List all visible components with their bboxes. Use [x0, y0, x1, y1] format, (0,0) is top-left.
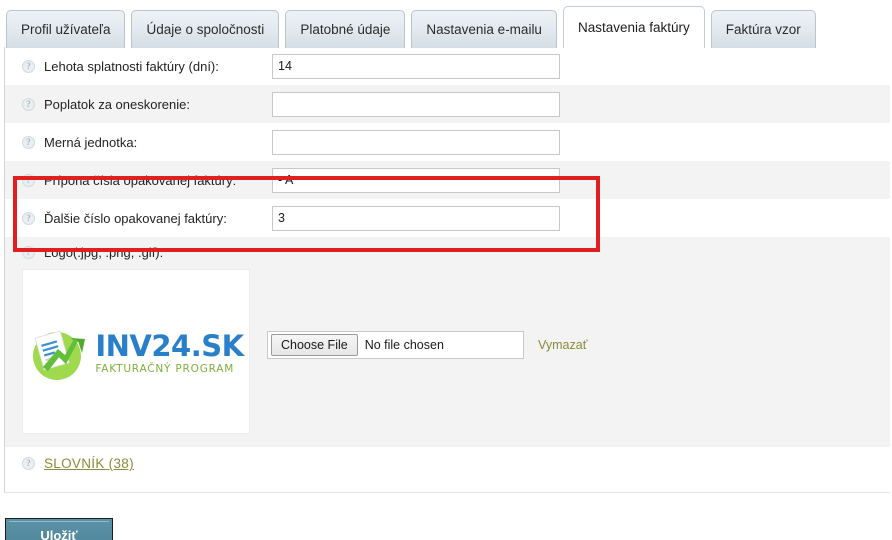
unit-input[interactable]: [272, 129, 560, 155]
form-row-late-fee: ? Poplatok za oneskorenie:: [5, 85, 890, 123]
logo-label-line: ? Logo(.jpg, .png, .gif):: [5, 237, 890, 263]
help-icon[interactable]: ?: [22, 135, 35, 149]
payment-term-input[interactable]: [272, 53, 560, 79]
field-label: Lehota splatnosti faktúry (dní):: [44, 58, 219, 74]
tab-profil-uzivatela[interactable]: Profil užívateľa: [6, 10, 126, 48]
settings-form: ? Lehota splatnosti faktúry (dní): ? Pop…: [5, 47, 890, 480]
save-button-label: Uložiť: [40, 528, 78, 540]
tab-nastavenia-faktury[interactable]: Nastavenia faktúry: [562, 6, 705, 48]
tab-label: Údaje o spoločnosti: [146, 22, 265, 37]
form-row-payment-term: ? Lehota splatnosti faktúry (dní):: [5, 47, 890, 85]
dictionary-link[interactable]: SLOVNÍK (38): [44, 456, 134, 471]
form-row-unit: ? Merná jednotka:: [5, 123, 890, 161]
panel-divider: [4, 492, 890, 493]
tab-label: Faktúra vzor: [725, 22, 801, 37]
save-button[interactable]: Uložiť: [5, 518, 113, 540]
logo-file-controls: Choose File No file chosen Vymazať: [267, 331, 587, 359]
invoice-arrow-logo-icon: [33, 330, 86, 380]
field-label: Ďalšie číslo opakovanej faktúry:: [44, 210, 227, 226]
dictionary-row: ? SLOVNÍK (38): [5, 446, 890, 480]
late-fee-input[interactable]: [272, 91, 560, 117]
help-icon[interactable]: ?: [22, 173, 35, 187]
field-label: Poplatok za oneskorenie:: [44, 96, 190, 112]
logo-preview: INV24.SK FAKTURAČNÝ PROGRAM: [22, 269, 250, 434]
recurring-next-number-input[interactable]: [272, 205, 560, 231]
logo-artwork: INV24.SK FAKTURAČNÝ PROGRAM: [28, 323, 244, 385]
help-icon[interactable]: ?: [22, 211, 35, 225]
settings-panel: ? Lehota splatnosti faktúry (dní): ? Pop…: [4, 47, 890, 492]
clear-logo-link[interactable]: Vymazať: [538, 338, 587, 352]
invoice-settings-page: Profil užívateľa Údaje o spoločnosti Pla…: [0, 0, 892, 540]
logo-section: ? Logo(.jpg, .png, .gif): INV24.SK FAKTU…: [5, 237, 890, 446]
tab-faktura-vzor[interactable]: Faktúra vzor: [710, 10, 816, 48]
settings-tabbar: Profil užívateľa Údaje o spoločnosti Pla…: [0, 6, 892, 48]
tab-nastavenia-emailu[interactable]: Nastavenia e-mailu: [411, 10, 557, 48]
field-label: Merná jednotka:: [44, 134, 138, 150]
no-file-chosen-text: No file chosen: [364, 338, 444, 352]
recurring-suffix-input[interactable]: [272, 167, 560, 193]
form-row-recurring-suffix: ? Prípona čísla opakovanej faktúry:: [5, 161, 890, 199]
help-icon[interactable]: ?: [22, 245, 35, 259]
help-icon[interactable]: ?: [22, 457, 35, 470]
logo-title: INV24.SK: [95, 329, 244, 364]
tab-udaje-o-spolocnosti[interactable]: Údaje o spoločnosti: [131, 10, 280, 48]
tab-platobne-udaje[interactable]: Platobné údaje: [285, 10, 406, 48]
tab-label: Platobné údaje: [300, 22, 391, 37]
choose-file-button[interactable]: Choose File: [271, 334, 358, 356]
logo-text: INV24.SK FAKTURAČNÝ PROGRAM: [95, 329, 244, 376]
logo-label: Logo(.jpg, .png, .gif):: [44, 244, 164, 260]
help-icon[interactable]: ?: [22, 97, 35, 111]
form-row-recurring-next-number: ? Ďalšie číslo opakovanej faktúry:: [5, 199, 890, 237]
help-icon[interactable]: ?: [22, 59, 35, 73]
logo-body: INV24.SK FAKTURAČNÝ PROGRAM Choose File …: [5, 263, 890, 434]
tab-label: Nastavenia faktúry: [577, 20, 690, 35]
file-input[interactable]: Choose File No file chosen: [267, 331, 524, 359]
field-label: Prípona čísla opakovanej faktúry:: [44, 172, 237, 188]
tab-label: Profil užívateľa: [21, 22, 111, 37]
logo-subtitle: FAKTURAČNÝ PROGRAM: [95, 363, 235, 376]
tab-label: Nastavenia e-mailu: [426, 22, 542, 37]
